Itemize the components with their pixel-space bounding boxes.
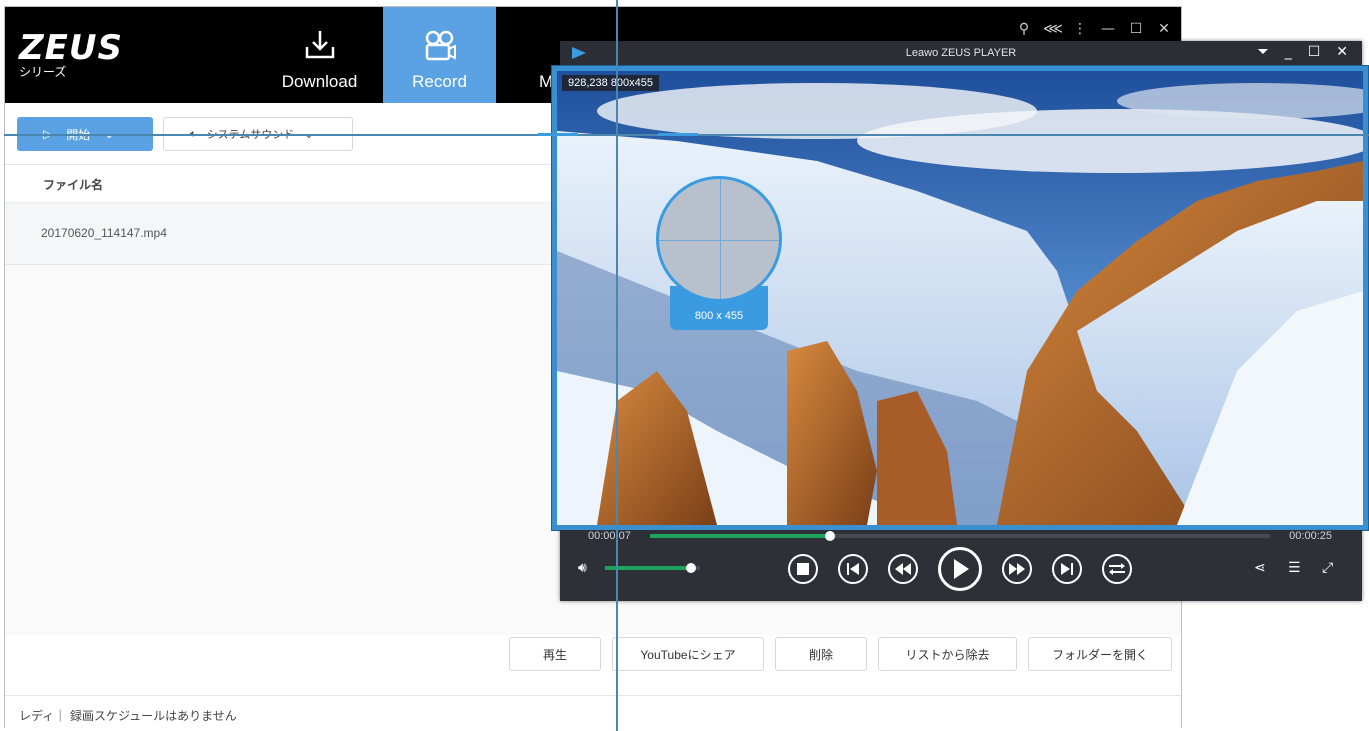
repeat-icon <box>1109 563 1125 575</box>
stop-button[interactable] <box>788 554 818 584</box>
delete-button[interactable]: 削除 <box>775 637 867 671</box>
player-title: Leawo ZEUS PLAYER <box>905 47 1017 59</box>
skip-next-icon <box>1061 563 1073 575</box>
volume-icon[interactable]: 🔊︎ <box>578 560 587 576</box>
volume-handle[interactable] <box>685 563 696 573</box>
logo-main: ZEUS <box>19 28 123 68</box>
maximize-icon[interactable]: ☐ <box>1127 21 1145 37</box>
zeus-logo: ZEUS シリーズ <box>19 31 123 79</box>
play-button[interactable]: 再生 <box>509 637 601 671</box>
player-controls: 00:00:07 00:00:25 🔊︎ ⋖ ☰ ⤢ <box>560 530 1362 601</box>
play-pause-button[interactable] <box>938 547 982 591</box>
seek-bar[interactable] <box>650 531 1270 541</box>
search-icon[interactable]: ⚲ <box>1015 21 1033 37</box>
column-filename: ファイル名 <box>43 178 104 192</box>
minimize-icon[interactable]: — <box>1099 21 1117 37</box>
stop-icon <box>797 563 809 575</box>
dropdown-menu-icon[interactable]: ⏷ <box>1258 44 1269 60</box>
tab-download-label: Download <box>281 72 358 91</box>
rewind-icon <box>895 563 911 575</box>
previous-button[interactable] <box>838 554 868 584</box>
status-bar: レディ｜ 録画スケジュールはありません <box>5 695 1181 729</box>
open-folder-button[interactable]: フォルダーを開く <box>1028 637 1172 671</box>
seek-progress <box>650 534 830 538</box>
magnifier-crosshair-v <box>720 179 721 299</box>
repeat-button[interactable] <box>1102 554 1132 584</box>
tab-download[interactable]: Download <box>263 7 376 103</box>
play-icon <box>954 559 969 579</box>
youtube-share-button[interactable]: YouTubeにシェア <box>612 637 764 671</box>
more-icon[interactable]: ⋮ <box>1071 21 1089 37</box>
current-time: 00:00:07 <box>588 530 631 542</box>
capture-magnifier: 800 x 455 <box>656 176 782 332</box>
minimize-icon[interactable]: _ <box>1285 44 1292 60</box>
close-icon[interactable]: ✕ <box>1155 21 1173 37</box>
filename-cell: 20170620_114147.mp4 <box>41 226 167 240</box>
remove-from-list-button[interactable]: リストから除去 <box>878 637 1017 671</box>
crosshair-vertical-line <box>616 0 618 731</box>
share-icon[interactable]: ⋘ <box>1043 21 1063 37</box>
player-titlebar: Leawo ZEUS PLAYER ⏷ _ ☐ ✕ <box>560 41 1362 65</box>
camera-icon <box>425 30 456 61</box>
magnifier-crosshair-h <box>659 240 779 241</box>
skip-previous-icon <box>847 563 859 575</box>
fullscreen-icon[interactable]: ⤢ <box>1322 560 1333 576</box>
download-icon <box>305 31 334 59</box>
fast-forward-button[interactable] <box>1002 554 1032 584</box>
playlist-icon[interactable]: ☰ <box>1288 560 1301 576</box>
zeus-window-controls: ⚲ ⋘ ⋮ — ☐ ✕ <box>1015 21 1173 37</box>
coordinate-readout: 928,238 800x455 <box>562 75 660 91</box>
rewind-button[interactable] <box>888 554 918 584</box>
share-icon[interactable]: ⋖ <box>1254 560 1266 576</box>
status-text: レディ｜ 録画スケジュールはありません <box>19 709 237 723</box>
crosshair-highlight-right <box>658 133 698 136</box>
crosshair-highlight-left <box>538 133 578 136</box>
magnifier-lens <box>656 176 782 302</box>
maximize-icon[interactable]: ☐ <box>1308 44 1321 60</box>
screen: ZEUS シリーズ Download Record M ⚲ ⋘ ⋮ — ☐ ✕ … <box>0 0 1369 731</box>
tab-record[interactable]: Record <box>383 7 496 103</box>
next-button[interactable] <box>1052 554 1082 584</box>
fast-forward-icon <box>1009 563 1025 575</box>
seek-handle[interactable] <box>824 531 835 541</box>
tab-record-label: Record <box>412 72 467 91</box>
volume-slider[interactable] <box>605 563 700 573</box>
close-icon[interactable]: ✕ <box>1336 44 1348 60</box>
total-time: 00:00:25 <box>1289 530 1332 542</box>
player-window-controls: ⏷ _ ☐ ✕ <box>1258 44 1349 60</box>
